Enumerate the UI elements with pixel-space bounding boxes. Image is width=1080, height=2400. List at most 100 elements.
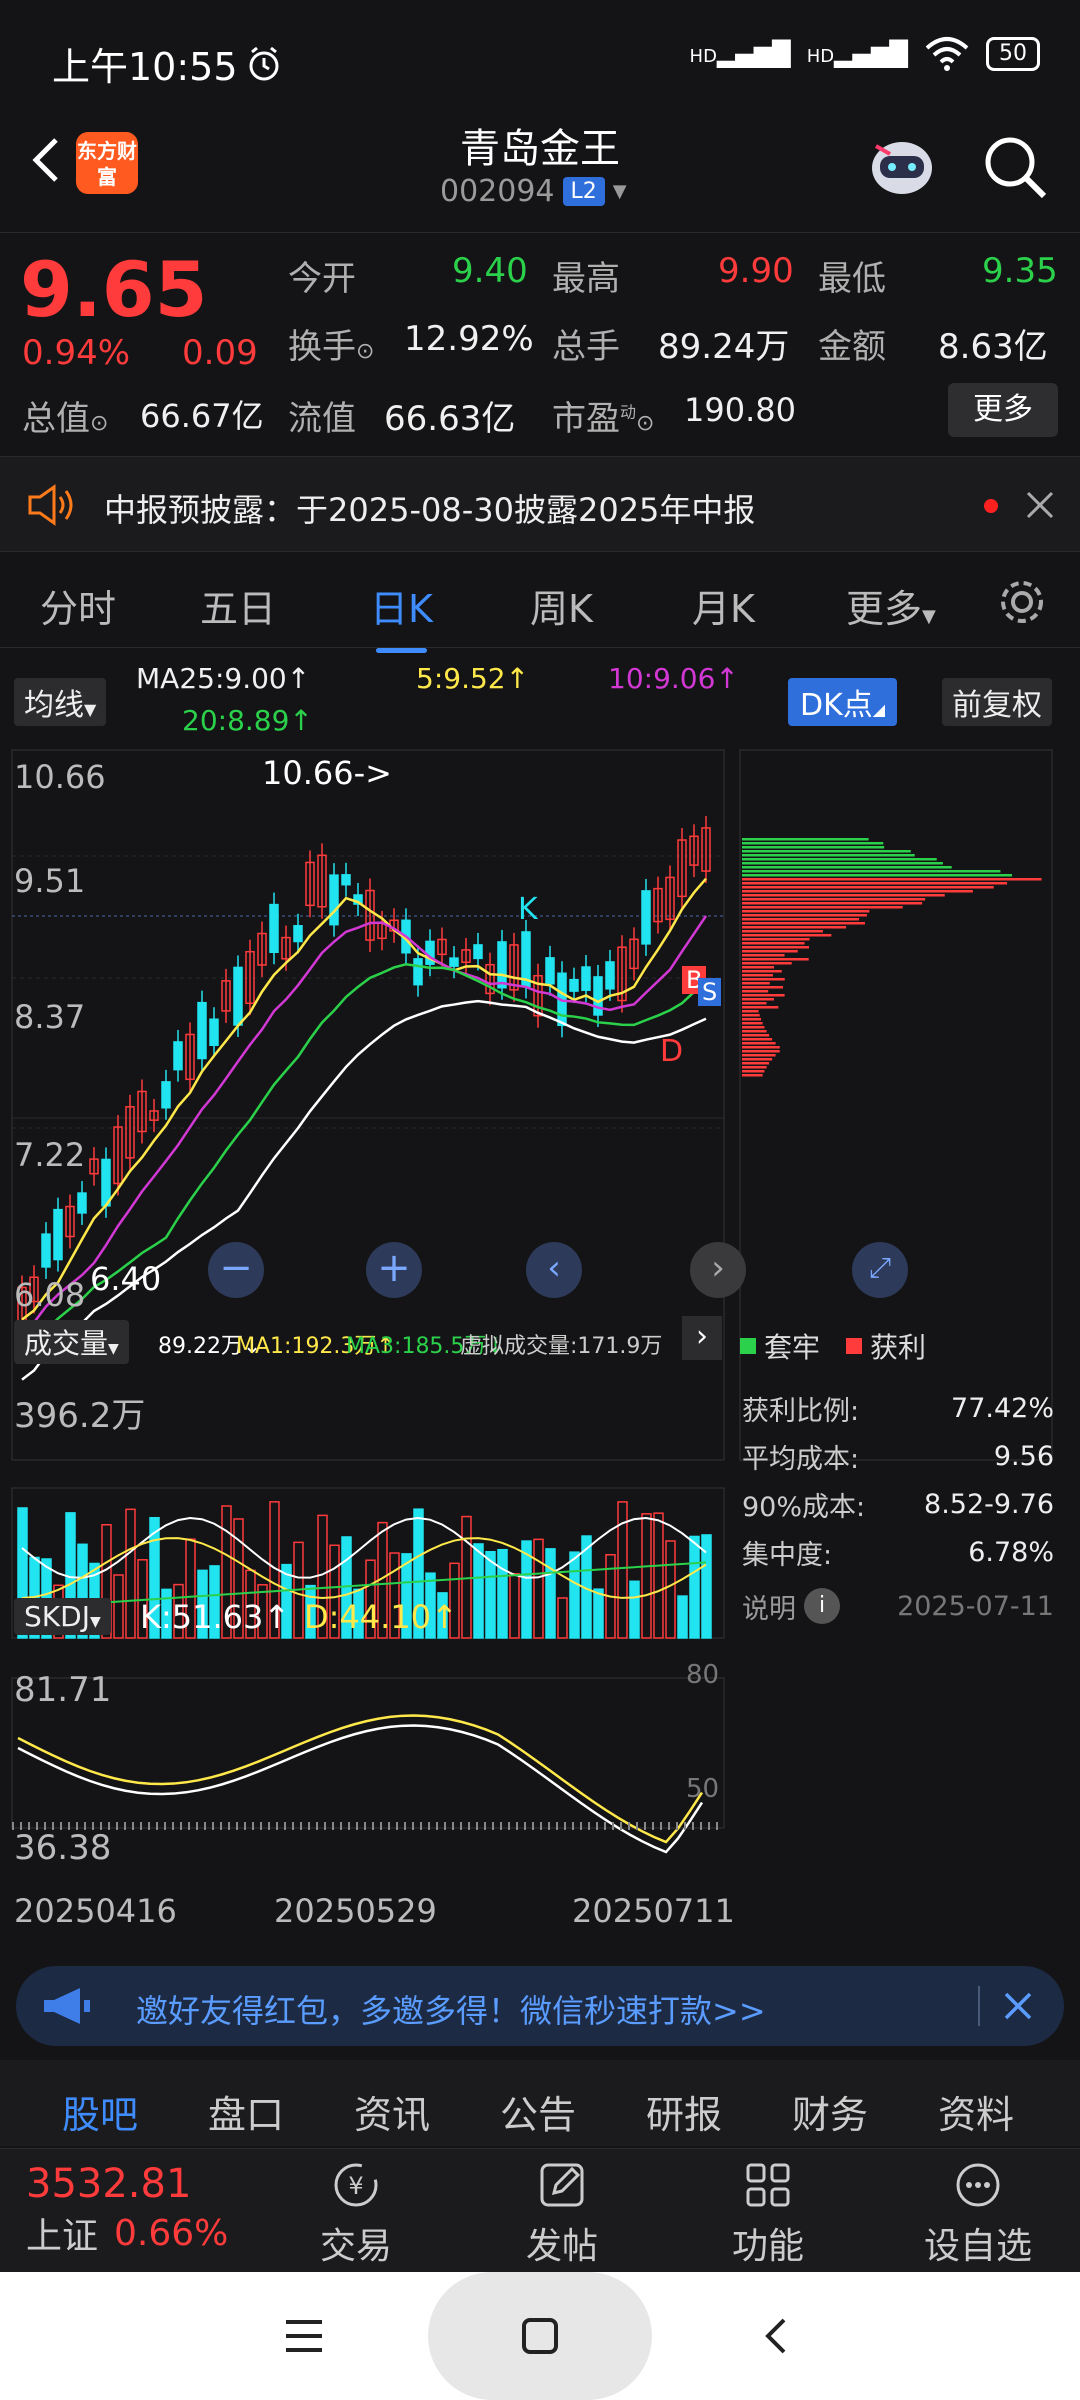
chip-bar: [742, 954, 785, 957]
chip-bar: [742, 894, 945, 897]
unread-dot: [984, 499, 998, 513]
stock-code: 002094: [440, 174, 555, 209]
tab-5day[interactable]: 五日: [200, 578, 276, 633]
tab-announcement[interactable]: 公告: [500, 2084, 576, 2139]
invite-banner[interactable]: 邀好友得红包，多邀多得！微信秒速打款>>: [16, 1966, 1064, 2046]
candle: [605, 949, 615, 1001]
volume-expand-button[interactable]: ›: [682, 1316, 722, 1360]
tab-daily-k[interactable]: 日K: [370, 578, 433, 653]
skdj-k-value: K:51.63↑: [140, 1598, 291, 1636]
yuan-exchange-icon: ¥: [334, 2163, 378, 2207]
y-label-3: 8.37: [14, 998, 86, 1036]
skdj-ref-80: 80: [686, 1660, 720, 1690]
chip-bar: [742, 938, 810, 941]
chip-bar: [742, 838, 869, 841]
quote-panel: 9.65 0.94% 0.09 今开 9.40 最高 9.90 最低 9.35 …: [0, 232, 1080, 454]
skdj-selector[interactable]: SKDJ▼: [14, 1598, 111, 1635]
volume-bar: [125, 1508, 136, 1639]
trap-label: 套牢: [764, 1331, 821, 1364]
skdj-d-line: [17, 1714, 704, 1844]
tab-guba[interactable]: 股吧: [62, 2084, 138, 2139]
chip-bar: [742, 874, 1013, 877]
tab-profile[interactable]: 资料: [938, 2084, 1014, 2139]
tab-pankou[interactable]: 盘口: [208, 2084, 284, 2139]
chip-bar: [742, 990, 769, 993]
candle: [365, 878, 375, 953]
ma-selector[interactable]: 均线▼: [14, 678, 107, 726]
index-ticker[interactable]: 3532.81 上证 0.66%: [26, 2161, 228, 2259]
low-value: 9.35: [982, 251, 1058, 291]
back-nav-icon[interactable]: [756, 2314, 796, 2358]
volume-bar: [677, 1595, 688, 1639]
zoom-out-button[interactable]: −: [208, 1242, 264, 1298]
function-button[interactable]: 功能: [698, 2157, 838, 2269]
tab-more[interactable]: 更多▼: [846, 578, 936, 633]
chip-bar: [742, 950, 798, 953]
settings-gear-icon[interactable]: [996, 576, 1048, 628]
high-label: 最高: [552, 259, 620, 299]
volume-bar: [593, 1588, 604, 1639]
chip-bar: [742, 914, 867, 917]
index-pct: 0.66%: [114, 2212, 229, 2254]
tab-research[interactable]: 研报: [646, 2084, 722, 2139]
info-tabs: 股吧 盘口 资讯 公告 研报 财务 资料: [0, 2060, 1080, 2146]
more-button[interactable]: 更多: [948, 383, 1058, 437]
chevron-down-icon: ▼: [612, 181, 627, 202]
scroll-left-button[interactable]: ‹: [526, 1242, 582, 1298]
expand-icon[interactable]: ⤢: [852, 1242, 908, 1298]
stock-header: 东方财富 青岛金王 002094 L2 ▼: [0, 110, 1080, 230]
chip-bar: [742, 926, 847, 929]
notice-bar[interactable]: 中报预披露：于2025-08-30披露2025年中报: [0, 456, 1080, 552]
tab-weekly-k[interactable]: 周K: [530, 578, 593, 633]
candle: [665, 865, 675, 932]
chip-bar: [742, 1038, 773, 1041]
info-icon: i: [804, 1588, 840, 1624]
close-icon[interactable]: [1000, 1988, 1036, 2024]
chip-bar: [742, 846, 885, 849]
stock-code-row[interactable]: 002094 L2 ▼: [440, 174, 627, 209]
post-button[interactable]: 发帖: [492, 2157, 632, 2269]
zoom-in-button[interactable]: +: [366, 1242, 422, 1298]
speaker-icon: [28, 484, 73, 526]
chip-bar: [742, 858, 937, 861]
explain-label: 说明: [742, 1593, 796, 1625]
adjust-button[interactable]: 前复权: [942, 678, 1052, 726]
divider: [978, 1986, 980, 2026]
candle: [221, 968, 231, 1023]
tab-monthly-k[interactable]: 月K: [692, 578, 755, 633]
close-icon[interactable]: [1024, 489, 1056, 521]
trade-button[interactable]: ¥ 交易: [286, 2157, 426, 2269]
skdj-d-value: D:44.10↑: [304, 1598, 458, 1636]
candle: [257, 921, 267, 977]
search-icon[interactable]: [980, 132, 1050, 202]
profit-swatch: [846, 1338, 863, 1354]
tab-news[interactable]: 资讯: [354, 2084, 430, 2139]
chart-area: 均线▼ MA25:9.00↑ 5:9.52↑ 10:9.06↑ 20:8.89↑…: [0, 648, 1080, 1948]
chip-note-row[interactable]: 说明 i 2025-07-11: [742, 1576, 1054, 1636]
l2-badge: L2: [562, 177, 605, 206]
status-bar: 上午10:55 HD▂▄▆█ HD▂▄▆█ 50: [0, 0, 1080, 120]
chip-legend: 套牢 获利: [740, 1326, 926, 1366]
menu-icon[interactable]: [282, 2316, 326, 2356]
volume-bar: [557, 1597, 568, 1639]
candle: [89, 1147, 99, 1186]
amount-label: 金额: [818, 327, 886, 367]
candle: [125, 1094, 135, 1170]
chip-bar: [742, 850, 911, 853]
ma25-label: MA25:9.00↑: [136, 662, 311, 695]
chip-bar: [742, 1014, 760, 1017]
trap-swatch: [740, 1338, 756, 1354]
chip-bar: [742, 906, 903, 909]
dk-point-button[interactable]: DK点◢: [788, 678, 898, 726]
scroll-right-button[interactable]: ›: [690, 1242, 746, 1298]
tab-intraday[interactable]: 分时: [40, 578, 116, 633]
add-watchlist-button[interactable]: 设自选: [908, 2157, 1048, 2269]
volume-selector[interactable]: 成交量▼: [14, 1320, 129, 1364]
volume-y-label: 396.2万: [14, 1396, 146, 1436]
volume-bar: [545, 1548, 556, 1639]
chip-bar: [742, 1034, 770, 1037]
chip-bar: [742, 970, 782, 973]
tab-finance[interactable]: 财务: [792, 2084, 868, 2139]
robot-assistant-icon[interactable]: [862, 126, 942, 206]
home-square-icon[interactable]: [518, 2314, 562, 2358]
